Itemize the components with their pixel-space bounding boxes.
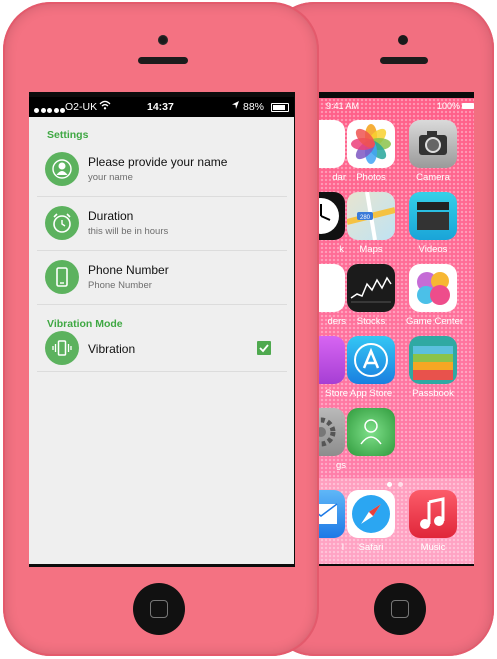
app-label: Videos xyxy=(418,244,448,255)
earpiece-speaker xyxy=(138,57,188,64)
row-title: Vibration xyxy=(88,342,136,356)
status-time: 14:37 xyxy=(147,101,174,113)
status-bar: O2-UK 14:37 88% xyxy=(29,97,294,117)
location-arrow-icon xyxy=(231,100,240,112)
vibration-checkbox[interactable] xyxy=(257,341,271,355)
app-game-center[interactable]: Game Center xyxy=(406,264,464,327)
game-center-icon xyxy=(409,264,457,312)
row-title: Please provide your name xyxy=(88,155,228,169)
app-photos[interactable]: Photos xyxy=(344,120,398,183)
carrier-name: O2-UK xyxy=(65,101,98,113)
app-label: Photos xyxy=(356,172,386,183)
app-custom[interactable] xyxy=(344,408,398,460)
row-subtitle: Phone Number xyxy=(88,280,152,291)
back-battery-icon xyxy=(462,103,474,109)
row-title: Duration xyxy=(88,209,134,223)
app-camera[interactable]: Camera xyxy=(406,120,460,183)
wifi-icon xyxy=(99,100,111,113)
app-maps[interactable]: 280 Maps xyxy=(344,192,398,255)
app-app-store[interactable]: App Store xyxy=(344,336,398,399)
back-status-battery: 100% xyxy=(436,101,460,111)
settings-section-header: Settings xyxy=(47,129,89,141)
row-subtitle: your name xyxy=(88,172,133,183)
app-label: Stocks xyxy=(356,316,386,327)
app-label: gs xyxy=(335,460,346,471)
passbook-icon xyxy=(409,336,457,384)
front-camera xyxy=(158,35,168,45)
stocks-icon xyxy=(347,264,395,312)
home-button[interactable] xyxy=(133,583,185,635)
vibration-setting-row[interactable]: Vibration xyxy=(37,325,287,372)
app-label: Safari xyxy=(358,542,384,553)
itunes-store-icon xyxy=(316,336,345,384)
mail-icon xyxy=(316,490,345,538)
phone-icon xyxy=(45,260,79,294)
back-phone-camera xyxy=(398,35,408,45)
reminders-icon xyxy=(316,264,345,312)
photos-icon xyxy=(347,120,395,168)
maps-icon: 280 xyxy=(347,192,395,240)
name-setting-row[interactable]: Please provide your name your name xyxy=(37,143,287,197)
battery-percentage: 88% xyxy=(243,101,265,113)
music-icon xyxy=(409,490,457,538)
app-label: App Store xyxy=(349,388,393,399)
app-safari[interactable]: Safari xyxy=(344,490,398,553)
duration-setting-row[interactable]: Duration this will be in hours xyxy=(37,197,287,251)
battery-icon xyxy=(271,103,289,112)
app-label: Camera xyxy=(416,172,450,183)
app-label: Game Center xyxy=(406,316,464,327)
app-store-icon xyxy=(347,336,395,384)
person-icon xyxy=(45,152,79,186)
back-status-time: 9:41 AM xyxy=(326,101,360,111)
custom-app-icon xyxy=(347,408,395,456)
settings-screen: O2-UK 14:37 88% Settings Please provide … xyxy=(29,97,294,564)
svg-text:280: 280 xyxy=(360,215,371,221)
calendar-icon xyxy=(316,120,345,168)
vibration-icon xyxy=(45,331,79,365)
signal-dots-icon xyxy=(34,104,67,116)
row-subtitle: this will be in hours xyxy=(88,226,169,237)
clock-icon xyxy=(316,192,345,240)
back-phone-home-screen: 9:41 AM 100% dar Photos Camera k 280 Map… xyxy=(316,98,474,564)
app-label: Passbook xyxy=(412,388,454,399)
app-label: Maps xyxy=(359,244,383,255)
alarm-clock-icon xyxy=(45,206,79,240)
settings-icon xyxy=(316,408,345,456)
app-music[interactable]: Music xyxy=(406,490,460,553)
videos-icon xyxy=(409,192,457,240)
app-passbook[interactable]: Passbook xyxy=(406,336,460,399)
phone-number-setting-row[interactable]: Phone Number Phone Number xyxy=(37,251,287,305)
app-videos[interactable]: Videos xyxy=(406,192,460,255)
back-status-bar: 9:41 AM 100% xyxy=(316,98,474,114)
safari-icon xyxy=(347,490,395,538)
row-title: Phone Number xyxy=(88,263,169,277)
dock: l Safari Music xyxy=(316,478,474,564)
app-label: Music xyxy=(420,542,446,553)
back-phone-home-button[interactable] xyxy=(374,583,426,635)
app-stocks[interactable]: Stocks xyxy=(344,264,398,327)
back-phone-speaker xyxy=(380,57,428,64)
camera-icon xyxy=(409,120,457,168)
